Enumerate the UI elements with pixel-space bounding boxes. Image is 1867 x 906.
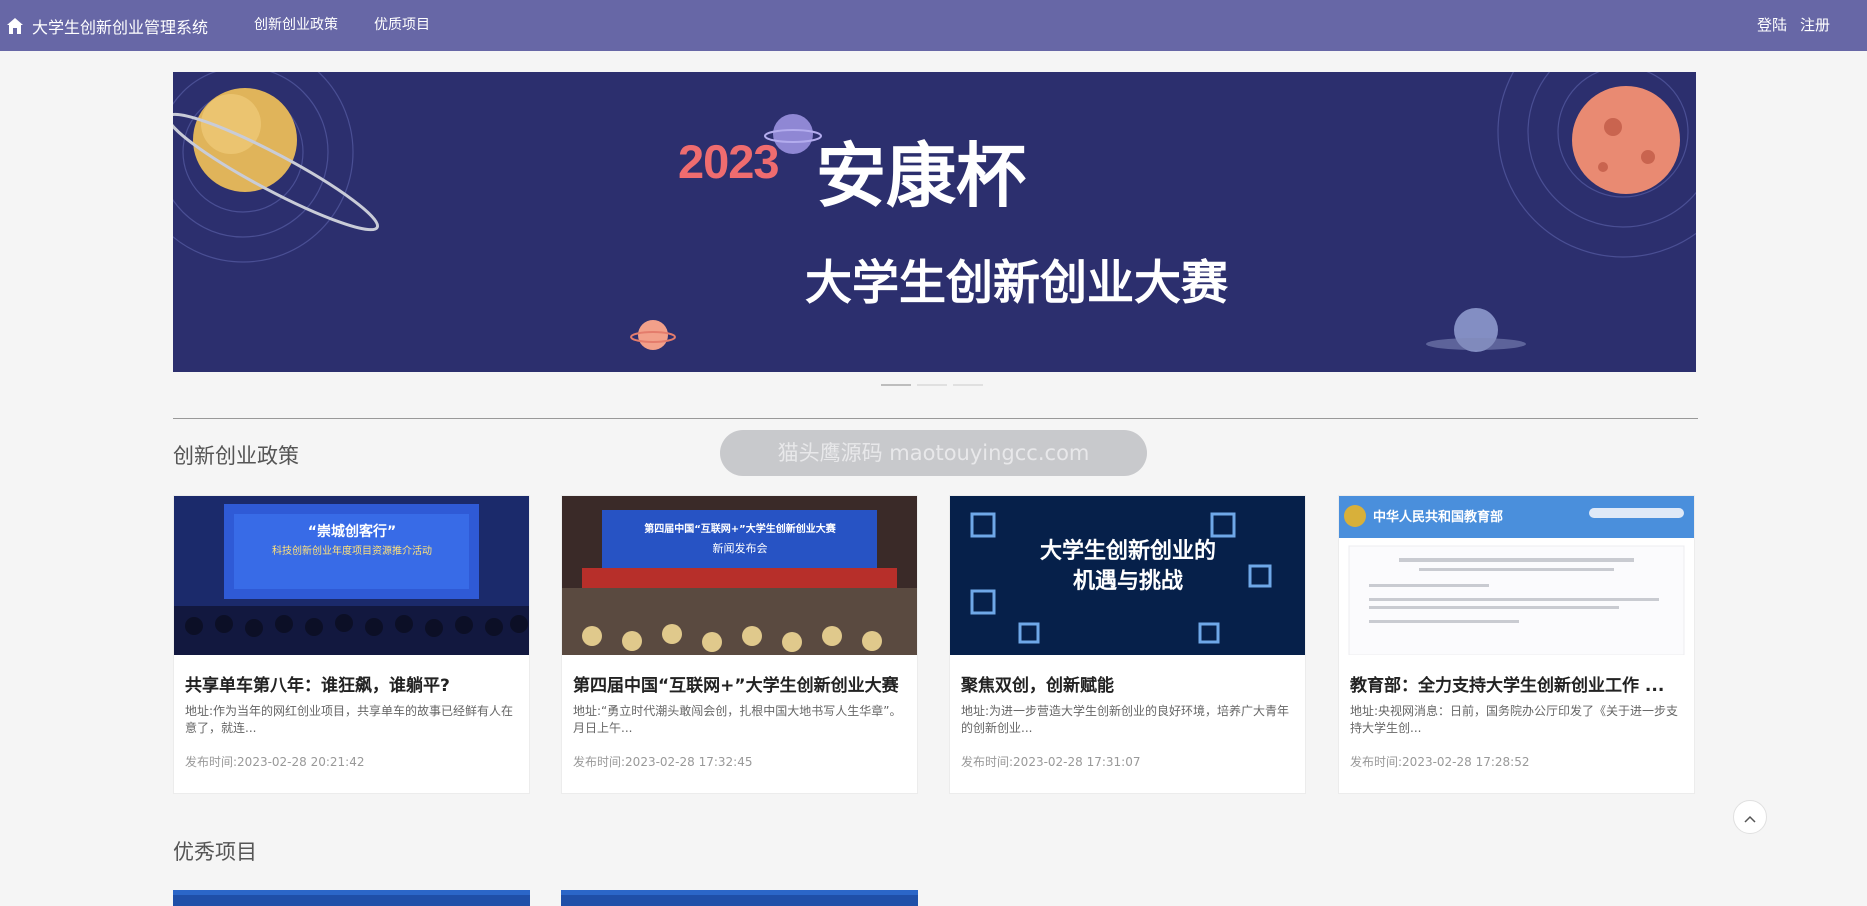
brand-title: 大学生创新创业管理系统	[32, 17, 209, 37]
card-summary: 地址:“勇立时代潮头敢闯会创，扎根中国大地书写人生华章”。月日上午...	[573, 704, 902, 735]
login-link[interactable]: 登陆	[1757, 0, 1787, 51]
card-thumbnail: 大学生创新创业的 机遇与挑战	[950, 496, 1305, 655]
card-thumbnail: 中华人民共和国教育部	[1339, 496, 1694, 655]
card-title: 第四届中国“互联网+”大学生创新创业大赛	[573, 676, 899, 696]
register-link[interactable]: 注册	[1800, 0, 1830, 51]
nav-link-policy[interactable]: 创新创业政策	[254, 0, 338, 51]
project-card[interactable]	[173, 890, 530, 906]
section-title-projects: 优秀项目	[173, 840, 257, 864]
thumb-title: 中华人民共和国教育部	[1373, 509, 1503, 525]
card-title: 共享单车第八年：谁狂飙，谁躺平?	[185, 676, 450, 696]
thumb-title: 大学生创新创业的	[1040, 538, 1216, 564]
banner-year: 2023	[678, 135, 780, 188]
nav-link-projects[interactable]: 优质项目	[374, 0, 430, 51]
policy-card[interactable]: 中华人民共和国教育部 教育部：全力支持大学生创新创业工作 ... 地址:央视网消…	[1338, 495, 1695, 794]
top-navbar: 大学生创新创业管理系统 创新创业政策 优质项目 登陆 注册	[0, 0, 1867, 51]
thumb-subtitle: 科技创新创业年度项目资源推介活动	[272, 544, 432, 557]
policy-card[interactable]: 大学生创新创业的 机遇与挑战 聚焦双创，创新赋能 地址:为进一步营造大学生创新创…	[949, 495, 1306, 794]
section-divider	[173, 418, 1698, 419]
banner-artwork	[173, 72, 1696, 352]
policy-card[interactable]: “崇城创客行” 科技创新创业年度项目资源推介活动 共享单车第八年：谁狂飙，谁躺平…	[173, 495, 530, 794]
hero-carousel[interactable]: 2023 安康杯 大学生创新创业大赛	[173, 72, 1696, 372]
banner-contest-title: 大学生创新创业大赛	[805, 256, 1228, 311]
thumb-title: 第四届中国“互联网+”大学生创新创业大赛	[644, 522, 837, 535]
thumb-subtitle: 新闻发布会	[713, 541, 768, 555]
thumb-title: “崇城创客行”	[308, 523, 396, 540]
card-thumbnail: “崇城创客行” 科技创新创业年度项目资源推介活动	[174, 496, 529, 655]
carousel-indicators	[881, 384, 983, 386]
card-summary: 地址:作为当年的网红创业项目，共享单车的故事已经鲜有人在意了，就连...	[185, 704, 514, 735]
carousel-dot[interactable]	[953, 384, 983, 386]
carousel-dot[interactable]	[917, 384, 947, 386]
watermark: 猫头鹰源码 maotouyingcc.com	[720, 430, 1147, 476]
card-title: 聚焦双创，创新赋能	[961, 676, 1114, 696]
brand[interactable]: 大学生创新创业管理系统	[6, 0, 208, 51]
card-summary: 地址:为进一步营造大学生创新创业的良好环境，培养广大青年的创新创业...	[961, 704, 1290, 735]
project-card[interactable]	[561, 890, 918, 906]
carousel-dot[interactable]	[881, 384, 911, 386]
card-date: 发布时间:2023-02-28 17:28:52	[1350, 755, 1530, 769]
card-date: 发布时间:2023-02-28 20:21:42	[185, 755, 365, 769]
card-date: 发布时间:2023-02-28 17:31:07	[961, 755, 1141, 769]
policy-card[interactable]: 第四届中国“互联网+”大学生创新创业大赛 新闻发布会 第四届中国“互联网+”大学…	[561, 495, 918, 794]
card-date: 发布时间:2023-02-28 17:32:45	[573, 755, 753, 769]
section-title-policy: 创新创业政策	[173, 444, 299, 468]
card-thumbnail: 第四届中国“互联网+”大学生创新创业大赛 新闻发布会	[562, 496, 917, 655]
thumb-subtitle: 机遇与挑战	[1073, 569, 1183, 594]
banner-cup-title: 安康杯	[816, 135, 1026, 217]
card-title: 教育部：全力支持大学生创新创业工作 ...	[1350, 676, 1665, 696]
chevron-up-icon	[1744, 808, 1756, 827]
home-icon	[6, 17, 24, 35]
back-to-top-button[interactable]	[1733, 800, 1767, 834]
card-summary: 地址:央视网消息：日前，国务院办公厅印发了《关于进一步支持大学生创...	[1350, 704, 1679, 735]
